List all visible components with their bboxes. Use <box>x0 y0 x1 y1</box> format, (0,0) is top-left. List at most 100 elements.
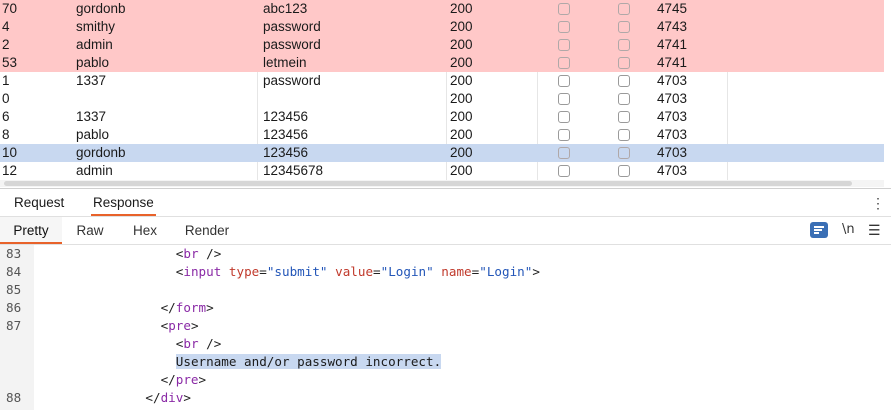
line-number: 83 <box>6 246 22 261</box>
length-cell: 4703 <box>657 127 688 142</box>
code-line: 84 <input type="submit" value="Login" nam… <box>0 263 891 281</box>
line-number: 86 <box>6 300 22 315</box>
request-number-cell: 0 <box>2 91 10 106</box>
status-cell: 200 <box>450 163 473 178</box>
view-tabs: Pretty Raw Hex Render <box>0 217 891 245</box>
username-cell: pablo <box>76 127 110 142</box>
code-token: form <box>175 300 207 315</box>
code-token: "Login" <box>380 264 434 279</box>
status-cell: 200 <box>450 127 473 142</box>
pane-divider[interactable] <box>0 188 891 189</box>
error-checkbox[interactable] <box>558 165 570 177</box>
length-cell: 4745 <box>657 1 688 16</box>
more-options-icon[interactable]: ⋮ <box>871 195 885 211</box>
request-number-cell: 6 <box>2 109 10 124</box>
code-token: pre <box>175 372 199 387</box>
table-row[interactable]: 0 200 4703 <box>0 90 884 108</box>
username-cell: smithy <box>76 19 116 34</box>
results-table: 70 gordonb abc123 200 4745 4 smithy password 200… <box>0 0 884 180</box>
line-number: 87 <box>6 318 22 333</box>
table-row[interactable]: 12 admin 12345678 200 4703 <box>0 162 884 180</box>
response-code-view[interactable]: 83 <br /> 84 <input type="submit" value="Lo… <box>0 245 891 410</box>
error-checkbox[interactable] <box>558 3 570 15</box>
scrollbar-thumb[interactable] <box>4 181 852 186</box>
timeout-checkbox[interactable] <box>618 57 630 69</box>
error-checkbox[interactable] <box>558 57 570 69</box>
table-row[interactable]: 6 1337 123456 200 4703 <box>0 108 884 126</box>
code-token: > <box>190 318 199 333</box>
horizontal-scrollbar[interactable] <box>0 180 884 187</box>
table-row[interactable]: 70 gordonb abc123 200 4745 <box>0 0 884 18</box>
newline-toggle-button[interactable]: \n <box>842 220 855 240</box>
timeout-checkbox[interactable] <box>618 3 630 15</box>
timeout-checkbox[interactable] <box>618 165 630 177</box>
table-row[interactable]: 8 pablo 123456 200 4703 <box>0 126 884 144</box>
table-row[interactable]: 10 gordonb 123456 200 4703 <box>0 144 884 162</box>
length-cell: 4743 <box>657 19 688 34</box>
code-token: > <box>206 300 214 315</box>
table-row[interactable]: 53 pablo letmein 200 4741 <box>0 54 884 72</box>
tab-render[interactable]: Render <box>180 217 234 244</box>
password-cell: 123456 <box>263 109 309 124</box>
error-checkbox[interactable] <box>558 129 570 141</box>
code-line: </pre> <box>0 371 891 389</box>
password-cell: password <box>263 19 321 34</box>
error-checkbox[interactable] <box>558 75 570 87</box>
request-number-cell: 53 <box>2 55 18 70</box>
line-number: 85 <box>6 282 22 297</box>
username-cell: gordonb <box>76 1 126 16</box>
length-cell: 4703 <box>657 109 688 124</box>
table-row[interactable]: 2 admin password 200 4741 <box>0 36 884 54</box>
username-cell <box>76 90 256 108</box>
tab-request[interactable]: Request <box>12 190 66 216</box>
error-checkbox[interactable] <box>558 93 570 105</box>
password-cell <box>263 90 443 108</box>
request-number-cell: 10 <box>2 145 18 160</box>
timeout-checkbox[interactable] <box>618 111 630 123</box>
code-token: div <box>160 390 184 405</box>
line-number: 84 <box>6 264 22 279</box>
username-cell: pablo <box>76 55 110 70</box>
error-checkbox[interactable] <box>558 111 570 123</box>
code-token: name <box>441 264 472 279</box>
request-number-cell: 4 <box>2 19 10 34</box>
error-checkbox[interactable] <box>558 39 570 51</box>
code-token: = <box>373 264 381 279</box>
code-token: br <box>183 246 199 261</box>
code-line: Username and/or password incorrect. <box>0 353 891 371</box>
request-number-cell: 12 <box>2 163 18 178</box>
table-row[interactable]: 4 smithy password 200 4743 <box>0 18 884 36</box>
word-wrap-icon[interactable] <box>810 222 828 238</box>
length-cell: 4703 <box>657 163 688 178</box>
timeout-checkbox[interactable] <box>618 75 630 87</box>
code-token: </ <box>160 372 176 387</box>
timeout-checkbox[interactable] <box>618 21 630 33</box>
username-cell: admin <box>76 163 113 178</box>
menu-icon[interactable]: ☰ <box>868 220 881 240</box>
table-row[interactable]: 1 1337 password 200 4703 <box>0 72 884 90</box>
code-token: input <box>183 264 222 279</box>
code-token: > <box>198 372 207 387</box>
error-checkbox[interactable] <box>558 21 570 33</box>
message-tabs: Request Response ⋮ <box>0 190 891 217</box>
tab-raw[interactable]: Raw <box>70 217 110 244</box>
timeout-checkbox[interactable] <box>618 39 630 51</box>
timeout-checkbox[interactable] <box>618 93 630 105</box>
code-line: 83 <br /> <box>0 245 891 263</box>
code-text: </form> <box>161 299 214 317</box>
tab-pretty[interactable]: Pretty <box>0 217 62 244</box>
error-checkbox[interactable] <box>558 147 570 159</box>
code-token: /> <box>198 336 222 351</box>
tab-hex[interactable]: Hex <box>126 217 164 244</box>
status-cell: 200 <box>450 145 473 160</box>
tab-response[interactable]: Response <box>91 190 156 216</box>
timeout-checkbox[interactable] <box>618 129 630 141</box>
password-cell: 12345678 <box>263 163 324 178</box>
username-cell: admin <box>76 37 113 52</box>
status-cell: 200 <box>450 37 473 52</box>
line-number: 88 <box>6 390 22 405</box>
selected-text: Username and/or password incorrect. <box>175 354 442 369</box>
timeout-checkbox[interactable] <box>618 147 630 159</box>
